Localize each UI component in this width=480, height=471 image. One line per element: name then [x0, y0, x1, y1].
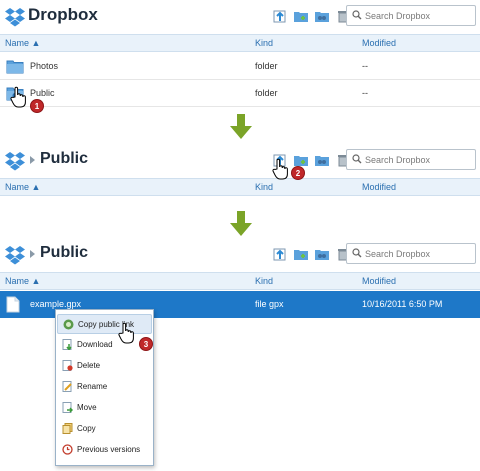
- search-input[interactable]: [365, 7, 473, 24]
- new-folder-icon[interactable]: [293, 8, 309, 24]
- menu-item-copy[interactable]: Copy: [57, 419, 152, 439]
- row-modified: --: [362, 88, 368, 98]
- search-box[interactable]: [346, 149, 476, 170]
- file-icon: [6, 296, 20, 313]
- dropbox-logo-icon[interactable]: [4, 150, 26, 172]
- breadcrumb-separator-icon: [30, 250, 35, 258]
- row-kind: file gpx: [255, 299, 284, 309]
- step-badge-3: 3: [139, 337, 153, 351]
- file-row-photos[interactable]: Photos folder --: [0, 53, 480, 80]
- row-kind: folder: [255, 61, 278, 71]
- page-title: Dropbox: [28, 5, 98, 24]
- column-header: Name ▲ Kind Modified: [0, 34, 480, 52]
- share-folder-icon[interactable]: [314, 152, 330, 168]
- menu-item-label: Copy: [77, 424, 96, 433]
- search-box[interactable]: [346, 5, 476, 26]
- folder-icon: [6, 60, 24, 74]
- file-row-public[interactable]: Public folder --: [0, 80, 480, 107]
- arrow-down-icon: [230, 114, 252, 139]
- search-icon: [352, 248, 362, 258]
- menu-item-move[interactable]: Move: [57, 398, 152, 418]
- column-kind[interactable]: Kind: [255, 38, 273, 48]
- hand-cursor-icon: [272, 158, 288, 180]
- menu-item-previous-versions[interactable]: Previous versions: [57, 440, 152, 460]
- row-modified: 10/16/2011 6:50 PM: [362, 299, 443, 309]
- row-name: Public: [30, 88, 55, 98]
- copy-icon: [62, 423, 73, 434]
- step3-panel: Public Search Dropbox Name ▲ Kind Modifi…: [0, 238, 480, 471]
- column-header: Name ▲ Kind Modified: [0, 272, 480, 290]
- menu-item-rename[interactable]: Rename: [57, 377, 152, 397]
- share-folder-icon[interactable]: [314, 246, 330, 262]
- menu-item-copy-public-link[interactable]: Copy public link: [57, 314, 152, 334]
- column-modified[interactable]: Modified: [362, 38, 396, 48]
- search-icon: [352, 154, 362, 164]
- context-menu: Copy public link Download Delete Rename: [55, 309, 154, 466]
- dropbox-logo-icon[interactable]: [4, 6, 26, 28]
- step1-panel: Dropbox Search Dropbox Name ▲ Kind Modif…: [0, 0, 480, 113]
- column-name[interactable]: Name ▲: [5, 276, 40, 286]
- dropbox-logo-icon[interactable]: [4, 244, 26, 266]
- search-icon: [352, 10, 362, 20]
- step-badge-1: 1: [30, 99, 44, 113]
- search-box[interactable]: [346, 243, 476, 264]
- share-folder-icon[interactable]: [314, 8, 330, 24]
- hand-cursor-icon: [10, 86, 26, 108]
- menu-item-label: Move: [77, 403, 97, 412]
- menu-item-download[interactable]: Download: [57, 335, 152, 355]
- link-icon: [63, 319, 74, 330]
- delete-icon: [62, 360, 73, 371]
- column-name[interactable]: Name ▲: [5, 38, 40, 48]
- step-badge-2: 2: [291, 166, 305, 180]
- column-modified[interactable]: Modified: [362, 276, 396, 286]
- row-modified: --: [362, 61, 368, 71]
- hand-cursor-icon: [118, 322, 134, 344]
- breadcrumb-separator-icon: [30, 156, 35, 164]
- column-header: Name ▲ Kind Modified: [0, 178, 480, 196]
- row-name: example.gpx: [30, 299, 82, 309]
- step2-header: Public: [0, 144, 480, 178]
- row-name: Photos: [30, 61, 59, 71]
- page-title: Public: [40, 244, 89, 261]
- new-folder-icon[interactable]: [293, 246, 309, 262]
- arrow-down-icon: [230, 211, 252, 236]
- menu-item-label: Download: [77, 340, 113, 349]
- column-modified[interactable]: Modified: [362, 182, 396, 192]
- row-kind: folder: [255, 88, 278, 98]
- column-name[interactable]: Name ▲: [5, 182, 40, 192]
- search-input[interactable]: [365, 245, 473, 262]
- step1-header: Dropbox: [0, 0, 480, 34]
- step3-header: Public: [0, 238, 480, 272]
- menu-item-delete[interactable]: Delete: [57, 356, 152, 376]
- move-icon: [62, 402, 73, 413]
- page-title: Public: [40, 150, 89, 167]
- menu-item-label: Previous versions: [77, 445, 141, 454]
- upload-icon[interactable]: [272, 8, 288, 24]
- search-input[interactable]: [365, 151, 473, 168]
- column-kind[interactable]: Kind: [255, 276, 273, 286]
- upload-icon[interactable]: [272, 246, 288, 262]
- column-kind[interactable]: Kind: [255, 182, 273, 192]
- menu-item-label: Delete: [77, 361, 101, 370]
- menu-item-label: Rename: [77, 382, 108, 391]
- rename-icon: [62, 381, 72, 392]
- download-icon: [62, 339, 72, 350]
- history-icon: [62, 444, 73, 455]
- step2-panel: Public Search Dropbox Name ▲ Kind Modifi…: [0, 144, 480, 206]
